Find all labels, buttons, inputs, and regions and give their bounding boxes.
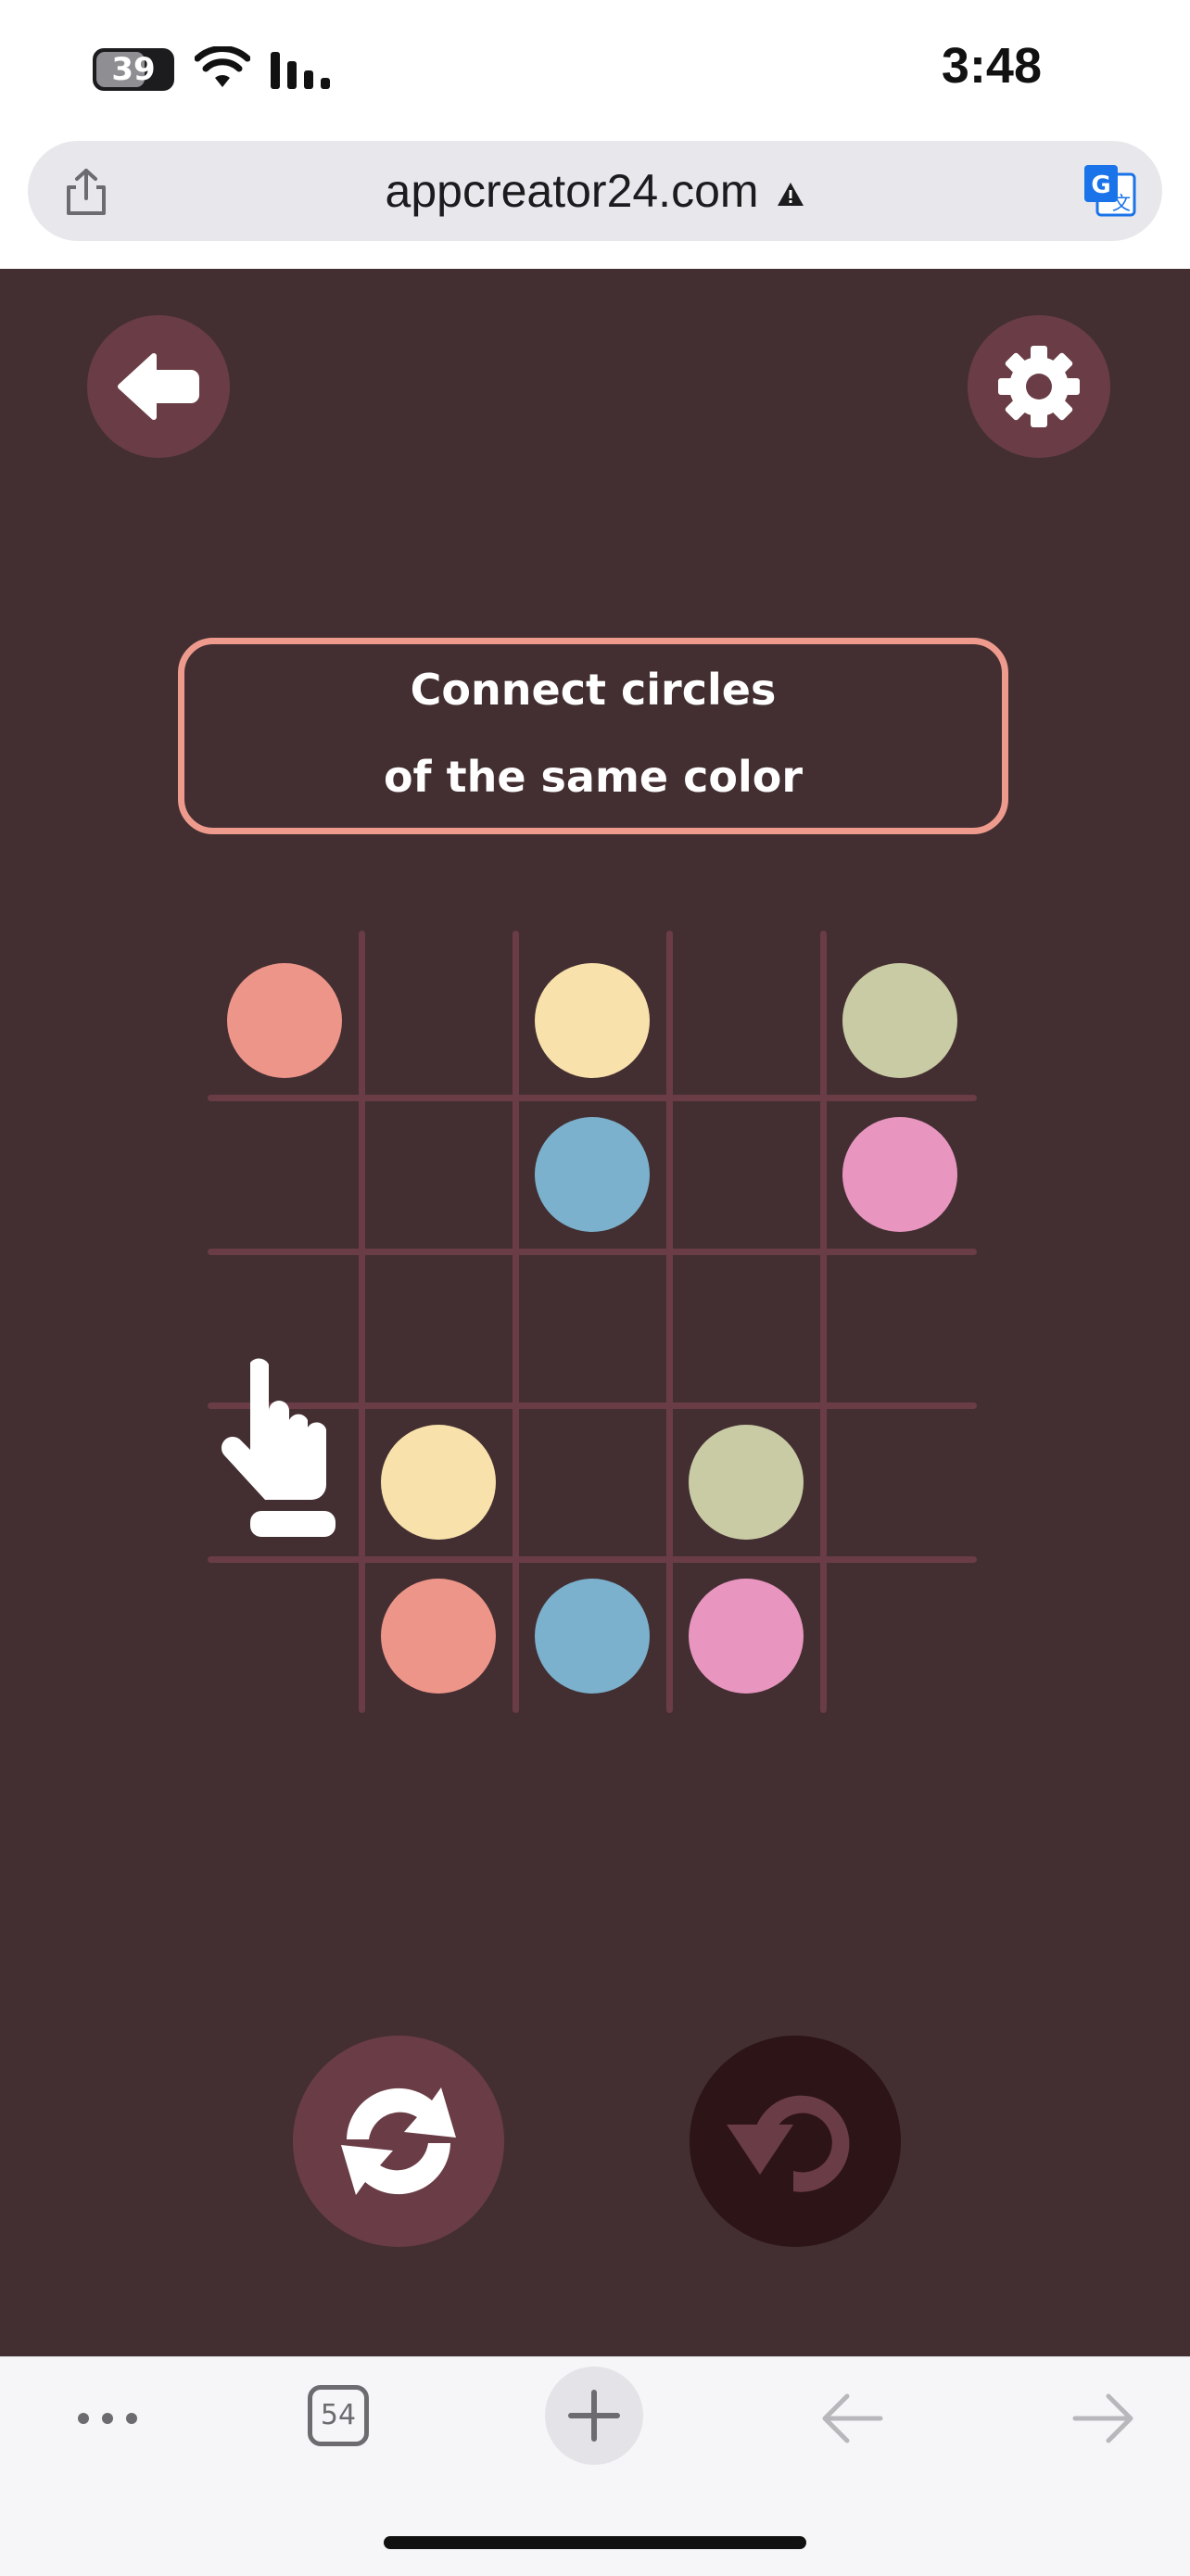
new-tab-icon <box>568 2390 620 2442</box>
back-icon <box>822 2393 883 2443</box>
game-circle[interactable] <box>535 1579 650 1694</box>
game-circle[interactable] <box>535 963 650 1078</box>
status-bar: 39 3:48 <box>0 0 1190 130</box>
game-circle[interactable] <box>381 1425 496 1540</box>
battery-icon: 39 <box>93 48 174 91</box>
new-tab-button[interactable] <box>543 2357 645 2478</box>
undo-icon <box>727 2095 850 2192</box>
game-circle[interactable] <box>227 963 342 1078</box>
shuffle-button[interactable] <box>293 2036 504 2247</box>
tabs-icon: 54 <box>308 2385 369 2446</box>
undo-button[interactable] <box>690 2036 901 2247</box>
forward-nav-button[interactable] <box>1057 2357 1149 2478</box>
svg-text:文: 文 <box>1112 192 1131 214</box>
game-board[interactable] <box>0 269 1190 2356</box>
pointing-hand-icon <box>221 1358 335 1537</box>
game-circle[interactable] <box>381 1579 496 1694</box>
game-circle[interactable] <box>842 963 957 1078</box>
clock: 3:48 <box>941 38 1042 94</box>
grid-line-horizontal <box>208 1248 977 1255</box>
grid-line-vertical <box>358 931 365 1713</box>
grid-line-vertical <box>512 931 519 1713</box>
tabs-button[interactable]: 54 <box>298 2357 382 2478</box>
grid-line-vertical <box>665 931 673 1713</box>
battery-level: 39 <box>111 51 156 88</box>
grid-line-vertical <box>819 931 827 1713</box>
url-text[interactable]: appcreator24.com <box>28 141 1162 241</box>
svg-text:G: G <box>1091 171 1110 199</box>
more-button[interactable] <box>65 2357 158 2478</box>
tabs-count: 54 <box>320 2399 357 2431</box>
game-circle[interactable] <box>689 1425 804 1540</box>
translate-icon[interactable]: G 文 <box>1082 163 1138 219</box>
wifi-icon <box>195 46 250 87</box>
warning-icon <box>778 183 804 206</box>
address-bar[interactable]: appcreator24.com G 文 <box>28 141 1162 241</box>
game-circle[interactable] <box>842 1117 957 1232</box>
game-circle[interactable] <box>535 1117 650 1232</box>
game-circle[interactable] <box>689 1579 804 1694</box>
cellular-signal-icon <box>271 52 330 89</box>
back-nav-button[interactable] <box>806 2357 899 2478</box>
forward-icon <box>1072 2393 1133 2443</box>
grid-line-horizontal <box>208 1094 977 1101</box>
game-canvas: Connect circles of the same color <box>0 269 1190 2356</box>
home-indicator <box>384 2536 806 2549</box>
grid-line-horizontal <box>208 1555 977 1563</box>
more-icon <box>78 2413 137 2424</box>
shuffle-icon <box>341 2087 456 2195</box>
